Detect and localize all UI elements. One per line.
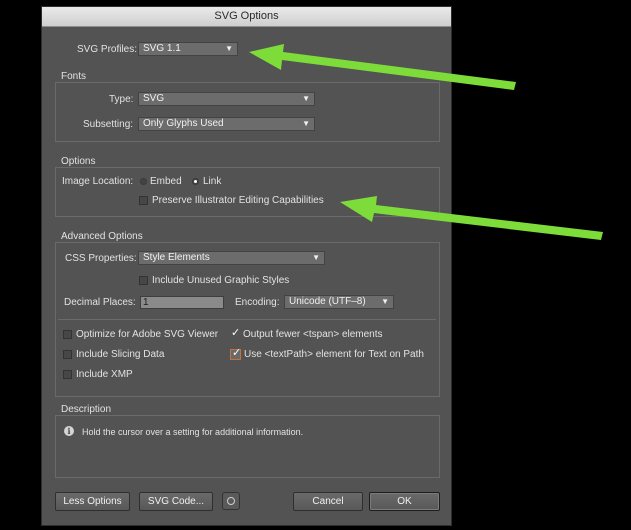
include-xmp-label: Include XMP [76,369,133,380]
dialog-title: SVG Options [42,7,451,27]
textpath-label: Use <textPath> element for Text on Path [244,349,424,360]
chevron-down-icon: ▼ [302,94,310,103]
optimize-viewer-checkbox[interactable] [63,330,72,339]
font-type-value: SVG [143,93,165,104]
subsetting-value: Only Glyphs Used [143,118,224,129]
chevron-down-icon: ▼ [312,253,320,262]
checkmark-icon: ✓ [232,347,242,359]
svg-profiles-label: SVG Profiles: [77,44,138,55]
encoding-dropdown[interactable]: Unicode (UTF–8) ▼ [284,295,394,309]
css-properties-label: CSS Properties: [65,253,137,264]
options-group [55,167,440,217]
web-globe-icon[interactable] [222,492,240,510]
embed-radio[interactable] [140,178,147,185]
font-type-label: Type: [109,94,134,105]
slicing-data-checkbox[interactable] [63,350,72,359]
less-options-button[interactable]: Less Options [55,492,130,511]
svg-profiles-value: SVG 1.1 [143,43,181,54]
svg-code-button[interactable]: SVG Code... [139,492,213,511]
description-group [55,415,440,478]
svg-options-dialog: SVG Options SVG Profiles: SVG 1.1 ▼ Font… [41,6,452,526]
cancel-button[interactable]: Cancel [293,492,363,511]
font-type-dropdown[interactable]: SVG ▼ [138,92,315,106]
info-icon: i [64,426,74,436]
subsetting-dropdown[interactable]: Only Glyphs Used ▼ [138,117,315,131]
decimal-places-label: Decimal Places: [64,297,136,308]
ok-button[interactable]: OK [369,492,440,511]
chevron-down-icon: ▼ [225,44,233,53]
subsetting-label: Subsetting: [83,119,134,130]
preserve-editing-checkbox[interactable] [139,196,148,205]
embed-label: Embed [150,176,182,187]
include-unused-styles-checkbox[interactable] [139,276,148,285]
textpath-checkbox[interactable]: ✓ [230,347,242,360]
preserve-editing-label: Preserve Illustrator Editing Capabilitie… [152,195,324,206]
checkmark-icon: ✓ [231,327,241,339]
advanced-separator [58,319,436,320]
chevron-down-icon: ▼ [302,119,310,128]
include-xmp-checkbox[interactable] [63,370,72,379]
css-properties-dropdown[interactable]: Style Elements ▼ [138,251,325,265]
fonts-group [55,82,440,142]
description-text: Hold the cursor over a setting for addit… [82,427,304,437]
chevron-down-icon: ▼ [381,297,389,306]
link-label: Link [203,176,222,187]
decimal-places-field[interactable]: 1 [140,296,224,309]
fewer-tspan-checkbox[interactable]: ✓ [230,327,241,339]
css-properties-value: Style Elements [143,252,210,263]
image-location-label: Image Location: [62,176,134,187]
include-unused-styles-label: Include Unused Graphic Styles [152,275,290,286]
options-legend: Options [61,156,96,167]
slicing-data-label: Include Slicing Data [76,349,165,360]
description-legend: Description [61,404,112,415]
fonts-legend: Fonts [61,71,87,82]
encoding-value: Unicode (UTF–8) [289,296,366,307]
fewer-tspan-label: Output fewer <tspan> elements [243,329,383,340]
link-radio[interactable] [192,178,199,185]
encoding-label: Encoding: [235,297,280,308]
optimize-viewer-label: Optimize for Adobe SVG Viewer [76,329,219,340]
svg-profiles-dropdown[interactable]: SVG 1.1 ▼ [138,42,238,56]
advanced-options-legend: Advanced Options [61,231,143,242]
